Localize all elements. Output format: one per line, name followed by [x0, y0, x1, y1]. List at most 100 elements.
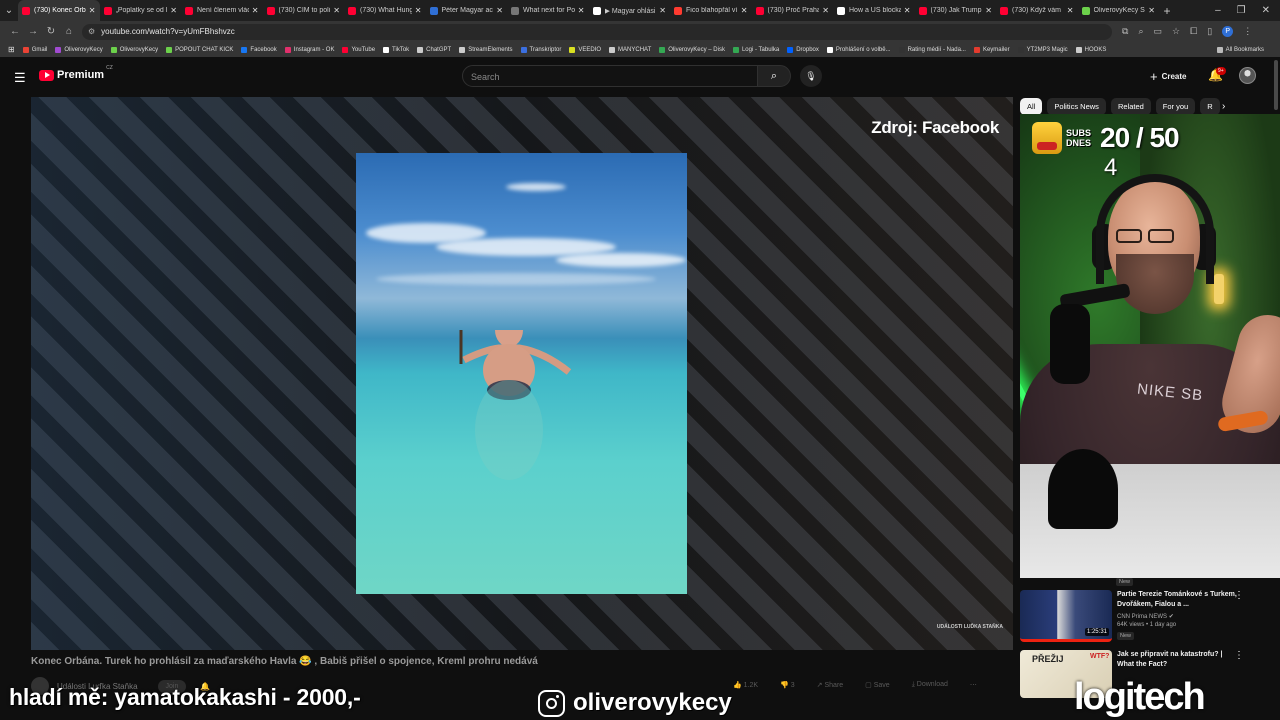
bookmark-item[interactable]: Dropbox: [787, 46, 819, 53]
browser-tab[interactable]: (730) ČÍM to poli ✕: [263, 0, 345, 21]
account-avatar[interactable]: [1239, 67, 1256, 84]
filter-chip[interactable]: Politics News: [1047, 98, 1106, 115]
download-button[interactable]: ⤓ Download: [912, 681, 948, 689]
more-options-icon[interactable]: ⋮: [1234, 590, 1244, 601]
close-tab-icon[interactable]: ✕: [1067, 6, 1074, 15]
sidepanel-icon[interactable]: ▯: [1207, 26, 1212, 37]
bookmark-item[interactable]: OliverovyKecy: [110, 46, 158, 53]
window-controls: – ❐ ✕: [1215, 5, 1280, 16]
related-video[interactable]: 1:25:31 Partie Terezie Tománkové s Turke…: [1020, 590, 1260, 642]
close-tab-icon[interactable]: ✕: [89, 6, 96, 15]
filter-chip[interactable]: Related: [1110, 98, 1151, 115]
forward-icon[interactable]: →: [24, 26, 42, 37]
close-tab-icon[interactable]: ✕: [904, 6, 911, 15]
bookmark-item[interactable]: MANYCHAT: [609, 46, 651, 53]
chevron-right-icon[interactable]: ›: [1222, 101, 1225, 112]
bookmark-favicon-icon: [166, 46, 173, 53]
browser-tab[interactable]: Péter Magyar ac ✕: [426, 0, 508, 21]
profile-icon[interactable]: P: [1222, 26, 1234, 37]
bookmark-item[interactable]: Instagram - OK: [284, 46, 334, 53]
search-input[interactable]: Search: [462, 65, 758, 87]
apps-icon[interactable]: ⊞: [8, 45, 15, 54]
close-tab-icon[interactable]: ✕: [170, 6, 177, 15]
video-player[interactable]: Zdroj: Facebook UDÁLOSTI LUĎKA STAŇKA: [31, 97, 1013, 650]
save-button[interactable]: ▢ Save: [865, 681, 890, 689]
related-title[interactable]: Jak se připravit na katastrofu? | What t…: [1117, 650, 1237, 670]
extensions-icon[interactable]: ⧠: [1190, 26, 1197, 37]
maximize-icon[interactable]: ❐: [1237, 5, 1246, 16]
page-scrollbar[interactable]: [1274, 60, 1278, 110]
home-icon[interactable]: ⌂: [60, 26, 78, 37]
url-field[interactable]: ⚙ youtube.com/watch?v=yUmFBhshvzc: [82, 23, 1112, 40]
browser-menu-icon[interactable]: ⋮: [1243, 26, 1252, 37]
bookmark-item[interactable]: Keymailer: [973, 46, 1010, 53]
all-bookmarks[interactable]: All Bookmarks: [1216, 46, 1272, 53]
close-tab-icon[interactable]: ✕: [985, 6, 992, 15]
bookmark-item[interactable]: Transkriptor: [520, 46, 561, 53]
bookmark-item[interactable]: ChatGPT: [417, 46, 451, 53]
search-button[interactable]: ⌕: [757, 65, 791, 87]
site-info-icon[interactable]: ⚙: [88, 27, 95, 36]
filter-chip[interactable]: All: [1020, 98, 1043, 115]
minimize-icon[interactable]: –: [1215, 5, 1221, 16]
browser-tab[interactable]: (730) Když vám ✕: [996, 0, 1078, 21]
browser-tab[interactable]: ▶ Magyar ohlási ✕: [589, 0, 671, 21]
close-tab-icon[interactable]: ✕: [415, 6, 422, 15]
bookmark-star-icon[interactable]: ☆: [1172, 26, 1180, 37]
bookmark-item[interactable]: YouTube: [342, 46, 375, 53]
tab-search-icon[interactable]: ⌄: [0, 0, 18, 21]
browser-tab[interactable]: (730) What Hung ✕: [344, 0, 426, 21]
like-button[interactable]: 👍 1.2K: [733, 681, 758, 689]
bookmark-item[interactable]: OliverovyKecy – Disk: [659, 46, 725, 53]
dislike-button[interactable]: 👎 3: [780, 681, 795, 689]
guide-menu-icon[interactable]: ☰: [14, 70, 26, 86]
close-tab-icon[interactable]: ✕: [659, 6, 666, 15]
close-tab-icon[interactable]: ✕: [1148, 6, 1155, 15]
close-tab-icon[interactable]: ✕: [333, 6, 340, 15]
close-tab-icon[interactable]: ✕: [578, 6, 585, 15]
filter-chip[interactable]: R: [1200, 98, 1220, 115]
browser-tab[interactable]: What next for Po ✕: [507, 0, 589, 21]
bookmark-item[interactable]: TikTok: [383, 46, 409, 53]
close-tab-icon[interactable]: ✕: [496, 6, 503, 15]
browser-tab[interactable]: How a US blocka ✕: [833, 0, 915, 21]
create-button[interactable]: + Create: [1150, 69, 1187, 84]
browser-tab[interactable]: (730) Konec Orbá ✕: [18, 0, 100, 21]
filter-chip[interactable]: For you: [1155, 98, 1196, 115]
browser-tab[interactable]: (730) Proč Praha ✕: [752, 0, 834, 21]
back-icon[interactable]: ←: [6, 26, 24, 37]
share-icon: ↗: [816, 682, 823, 689]
related-title[interactable]: Partie Terezie Tománkové s Turkem, Dvořá…: [1117, 590, 1237, 610]
browser-tab[interactable]: „Poplatky se od le ✕: [100, 0, 182, 21]
close-window-icon[interactable]: ✕: [1262, 5, 1270, 16]
share-button[interactable]: ↗ Share: [817, 681, 844, 689]
browser-tab[interactable]: (730) Jak Trump ✕: [915, 0, 997, 21]
more-options-icon[interactable]: ⋮: [1234, 650, 1244, 661]
close-tab-icon[interactable]: ✕: [822, 6, 829, 15]
youtube-premium-logo[interactable]: Premium CZ: [39, 65, 113, 81]
translate-icon[interactable]: ⧉: [1122, 26, 1128, 37]
browser-tab[interactable]: Není členem vlád ✕: [181, 0, 263, 21]
bookmark-item[interactable]: StreamElements: [459, 46, 513, 53]
bookmark-item[interactable]: Gmail: [22, 46, 47, 53]
bookmark-item[interactable]: Logi - Tabulka: [732, 46, 779, 53]
bookmark-item[interactable]: Facebook: [241, 46, 277, 53]
bookmark-item[interactable]: Rating médií - Nada...: [898, 46, 966, 53]
bookmark-item[interactable]: HOOKS: [1075, 46, 1106, 53]
more-actions-icon[interactable]: ⋯: [970, 681, 977, 689]
close-tab-icon[interactable]: ✕: [252, 6, 259, 15]
bookmark-item[interactable]: Prohlášení o volbě...: [826, 46, 891, 53]
browser-tab[interactable]: Fico blahopřál ví ✕: [670, 0, 752, 21]
related-thumbnail[interactable]: 1:25:31: [1020, 590, 1112, 642]
zoom-icon[interactable]: ⌕: [1138, 26, 1143, 37]
bookmark-item[interactable]: OliverovyKecy: [55, 46, 103, 53]
browser-tab[interactable]: OliverovyKecy St ✕: [1078, 0, 1160, 21]
reload-icon[interactable]: ↻: [42, 26, 60, 37]
new-tab-button[interactable]: +: [1159, 4, 1175, 18]
voice-search-button[interactable]: 🎙: [800, 65, 822, 87]
cast-icon[interactable]: ▭: [1153, 26, 1162, 37]
bookmark-item[interactable]: YT2MP3 Magic: [1017, 46, 1068, 53]
bookmark-item[interactable]: POPOUT CHAT KICK: [166, 46, 233, 53]
close-tab-icon[interactable]: ✕: [741, 6, 748, 15]
bookmark-item[interactable]: VEEDIO: [569, 46, 601, 53]
